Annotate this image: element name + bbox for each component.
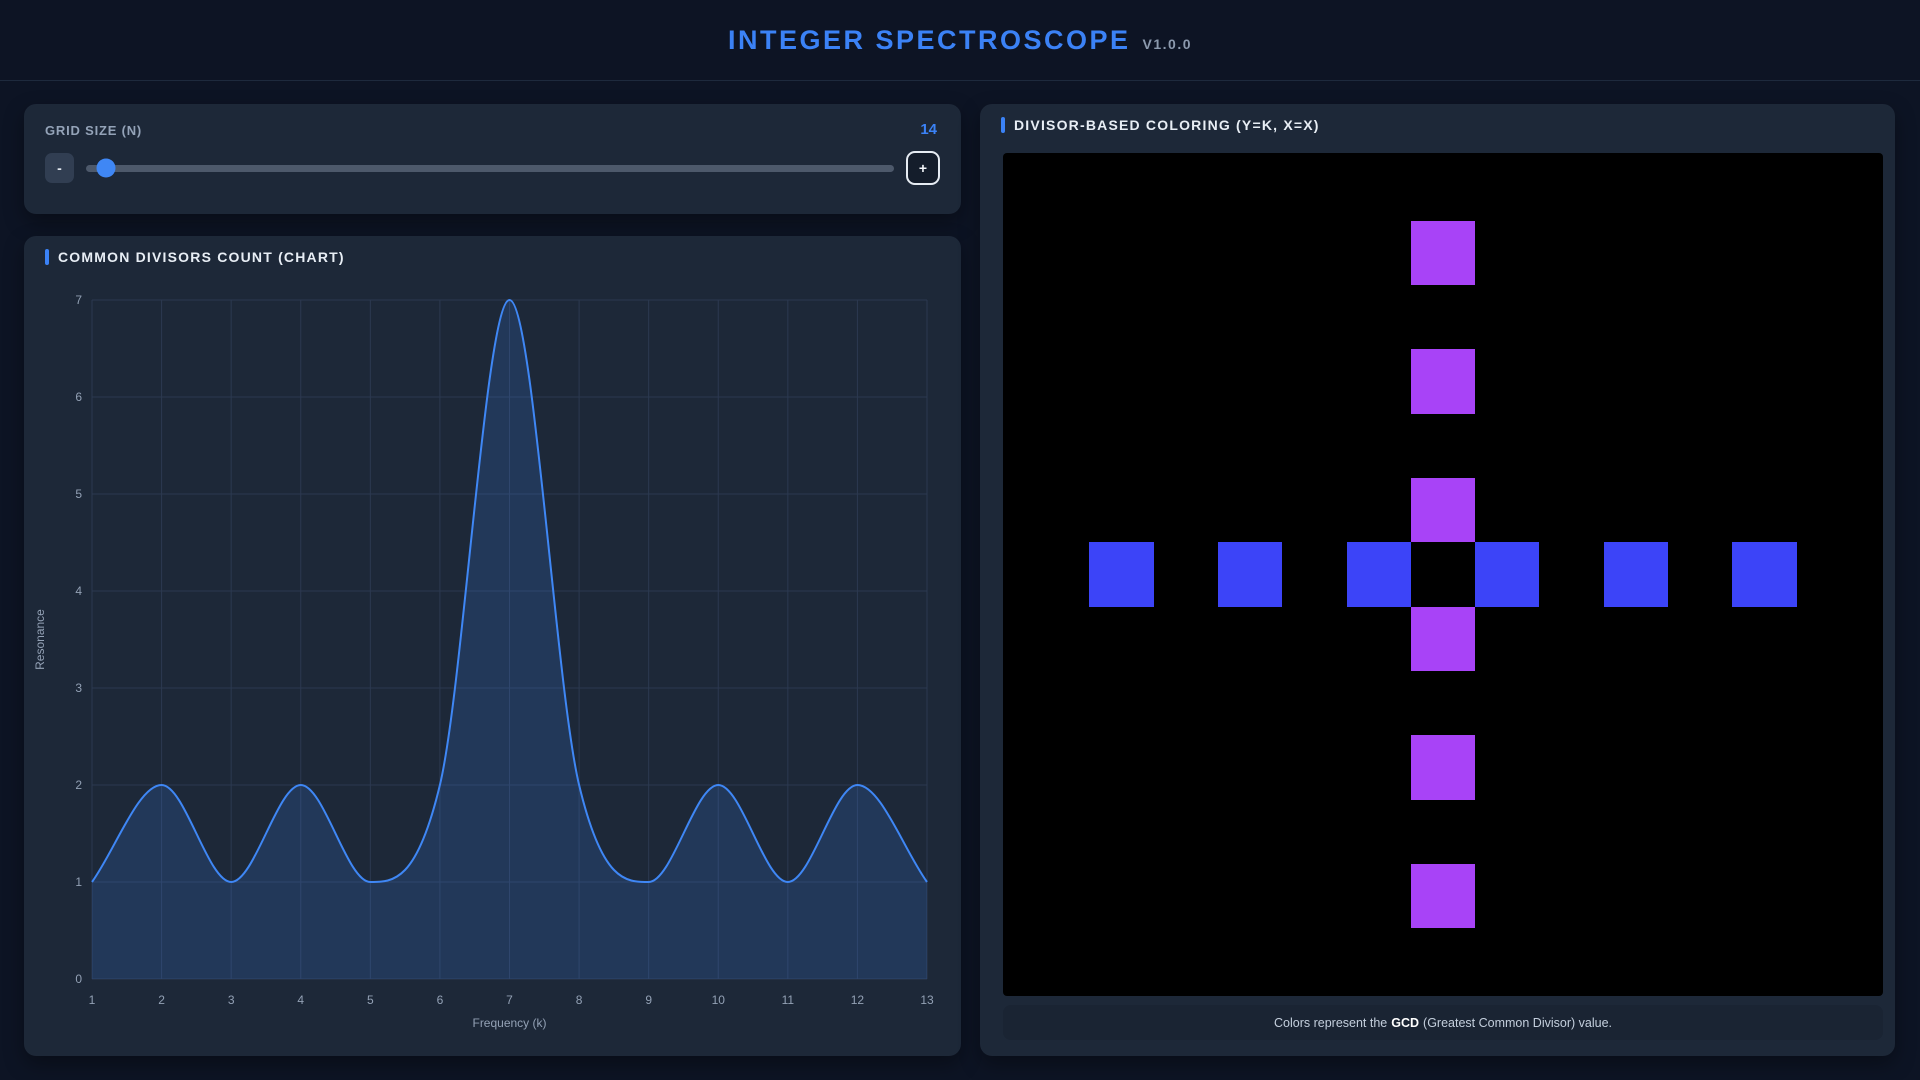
svg-text:7: 7 (75, 293, 82, 307)
svg-text:5: 5 (75, 487, 82, 501)
app-version: V1.0.0 (1143, 36, 1192, 52)
chart-panel: COMMON DIVISORS COUNT (CHART) 0123456712… (24, 236, 961, 1056)
grid-cell-blue (1347, 542, 1411, 606)
app-title-group: INTEGER SPECTROSCOPE V1.0.0 (728, 25, 1192, 56)
svg-text:6: 6 (437, 993, 444, 1007)
grid-cell-blue (1732, 542, 1796, 606)
grid-size-label: GRID SIZE (N) (45, 123, 142, 138)
svg-text:4: 4 (75, 584, 82, 598)
svg-text:12: 12 (851, 993, 865, 1007)
app: INTEGER SPECTROSCOPE V1.0.0 GRID SIZE (N… (0, 0, 1920, 1080)
svg-text:10: 10 (712, 993, 726, 1007)
svg-text:2: 2 (75, 778, 82, 792)
grid-size-slider[interactable] (86, 165, 894, 172)
svg-text:11: 11 (782, 993, 795, 1007)
grid-cell-purple (1411, 221, 1475, 285)
grid-size-controls: - + (45, 150, 940, 186)
svg-text:8: 8 (576, 993, 583, 1007)
grid-cell-blue (1218, 542, 1282, 606)
svg-text:Frequency (k): Frequency (k) (472, 1016, 546, 1030)
svg-text:9: 9 (645, 993, 652, 1007)
grid-cell-purple (1411, 478, 1475, 542)
divisors-chart: 0123456712345678910111213Frequency (k)Re… (24, 236, 961, 1051)
footnote-gcd: GCD (1391, 1016, 1419, 1030)
increase-button[interactable]: + (906, 151, 940, 185)
svg-text:7: 7 (506, 993, 513, 1007)
svg-text:4: 4 (297, 993, 304, 1007)
grid-size-value: 14 (920, 121, 937, 138)
svg-text:13: 13 (920, 993, 934, 1007)
svg-text:3: 3 (228, 993, 235, 1007)
coloring-panel-title: DIVISOR-BASED COLORING (Y=K, X=X) (1014, 117, 1320, 133)
divisor-grid-canvas[interactable] (1003, 153, 1883, 996)
grid-cell-purple (1411, 735, 1475, 799)
svg-text:2: 2 (158, 993, 165, 1007)
coloring-panel-header: DIVISOR-BASED COLORING (Y=K, X=X) (1001, 117, 1320, 133)
title-accent-bar (1001, 117, 1005, 133)
slider-thumb[interactable] (97, 159, 116, 178)
grid-cell-blue (1089, 542, 1153, 606)
app-title: INTEGER SPECTROSCOPE (728, 25, 1131, 56)
decrease-button[interactable]: - (45, 153, 74, 183)
svg-text:5: 5 (367, 993, 374, 1007)
svg-text:6: 6 (75, 390, 82, 404)
svg-text:0: 0 (75, 972, 82, 986)
svg-text:Resonance: Resonance (33, 609, 47, 670)
coloring-panel: DIVISOR-BASED COLORING (Y=K, X=X) Colors… (980, 104, 1895, 1056)
footnote-text: Colors represent the (1274, 1016, 1387, 1030)
grid-cell-blue (1475, 542, 1539, 606)
grid-cell-blue (1604, 542, 1668, 606)
footnote-text: (Greatest Common Divisor) value. (1423, 1016, 1612, 1030)
svg-text:1: 1 (89, 993, 96, 1007)
app-header: INTEGER SPECTROSCOPE V1.0.0 (0, 0, 1920, 81)
grid-cell-purple (1411, 864, 1475, 928)
grid-cell-purple (1411, 607, 1475, 671)
svg-text:1: 1 (75, 875, 82, 889)
svg-text:3: 3 (75, 681, 82, 695)
grid-cell-purple (1411, 349, 1475, 413)
grid-footnote: Colors represent the GCD (Greatest Commo… (1003, 1005, 1883, 1040)
grid-size-panel: GRID SIZE (N) 14 - + (24, 104, 961, 214)
